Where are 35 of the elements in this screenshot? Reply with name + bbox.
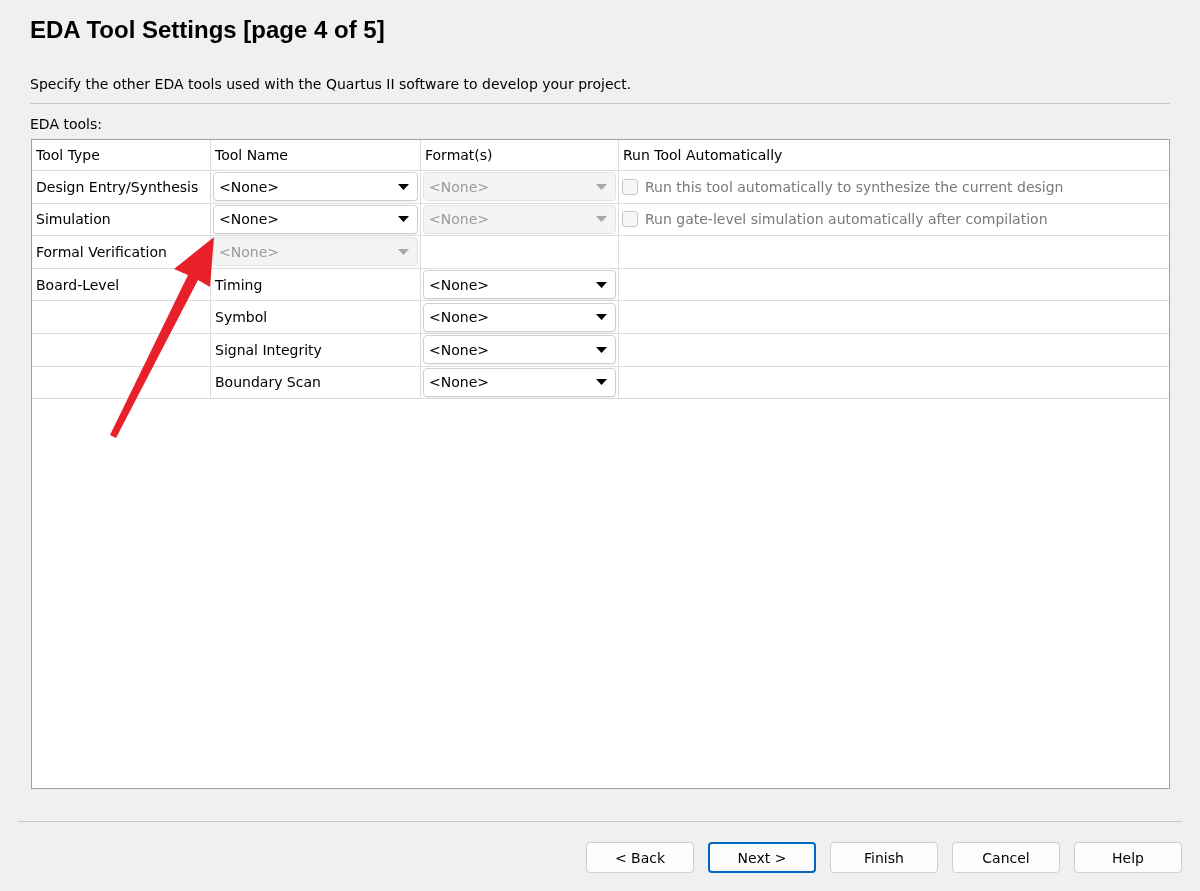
caret-icon (596, 346, 607, 353)
dropdown[interactable]: <None> (213, 204, 418, 234)
caret-icon (596, 216, 607, 223)
caret-icon (596, 379, 607, 386)
dropdown[interactable]: <None> (423, 302, 616, 332)
caret-icon (596, 314, 607, 321)
caret-icon (398, 249, 409, 255)
board-tool-type: Timing (214, 276, 263, 293)
board-tool-type: Boundary Scan (214, 374, 321, 391)
column-header: Tool Type (35, 147, 100, 163)
page-description: Specify the other EDA tools used with the Quartus II software to develop your project. (30, 76, 632, 92)
dropdown[interactable]: <None> (213, 172, 418, 202)
wizard-button[interactable]: Finish (830, 842, 938, 873)
board-tool-type: Signal Integrity (214, 341, 322, 358)
tool-type: Simulation (35, 211, 111, 228)
caret-icon (398, 183, 409, 190)
tool-type: Formal Verification (35, 244, 167, 260)
wizard-button[interactable]: < Back (586, 842, 694, 873)
dropdown[interactable]: <None> (423, 270, 616, 300)
tool-type: Design Entry/Synthesis (35, 178, 199, 195)
page-title: EDA Tool Settings [page 4 of 5] (30, 16, 385, 45)
caret-icon (596, 183, 607, 190)
dropdown[interactable]: <None> (423, 367, 616, 397)
wizard-button[interactable]: Next > (708, 842, 816, 873)
column-header: Run Tool Automatically (622, 147, 783, 163)
caret-icon (596, 281, 607, 288)
table-label: EDA tools: (30, 116, 102, 132)
dropdown[interactable]: <None> (423, 335, 616, 365)
board-tool-type: Symbol (214, 309, 268, 326)
caret-icon (398, 216, 409, 223)
wizard-button[interactable]: Cancel (952, 842, 1060, 873)
wizard-button[interactable]: Help (1074, 842, 1182, 873)
column-header: Tool Name (214, 147, 288, 163)
column-header: Format(s) (424, 147, 493, 163)
tool-type: Board-Level (35, 276, 120, 293)
